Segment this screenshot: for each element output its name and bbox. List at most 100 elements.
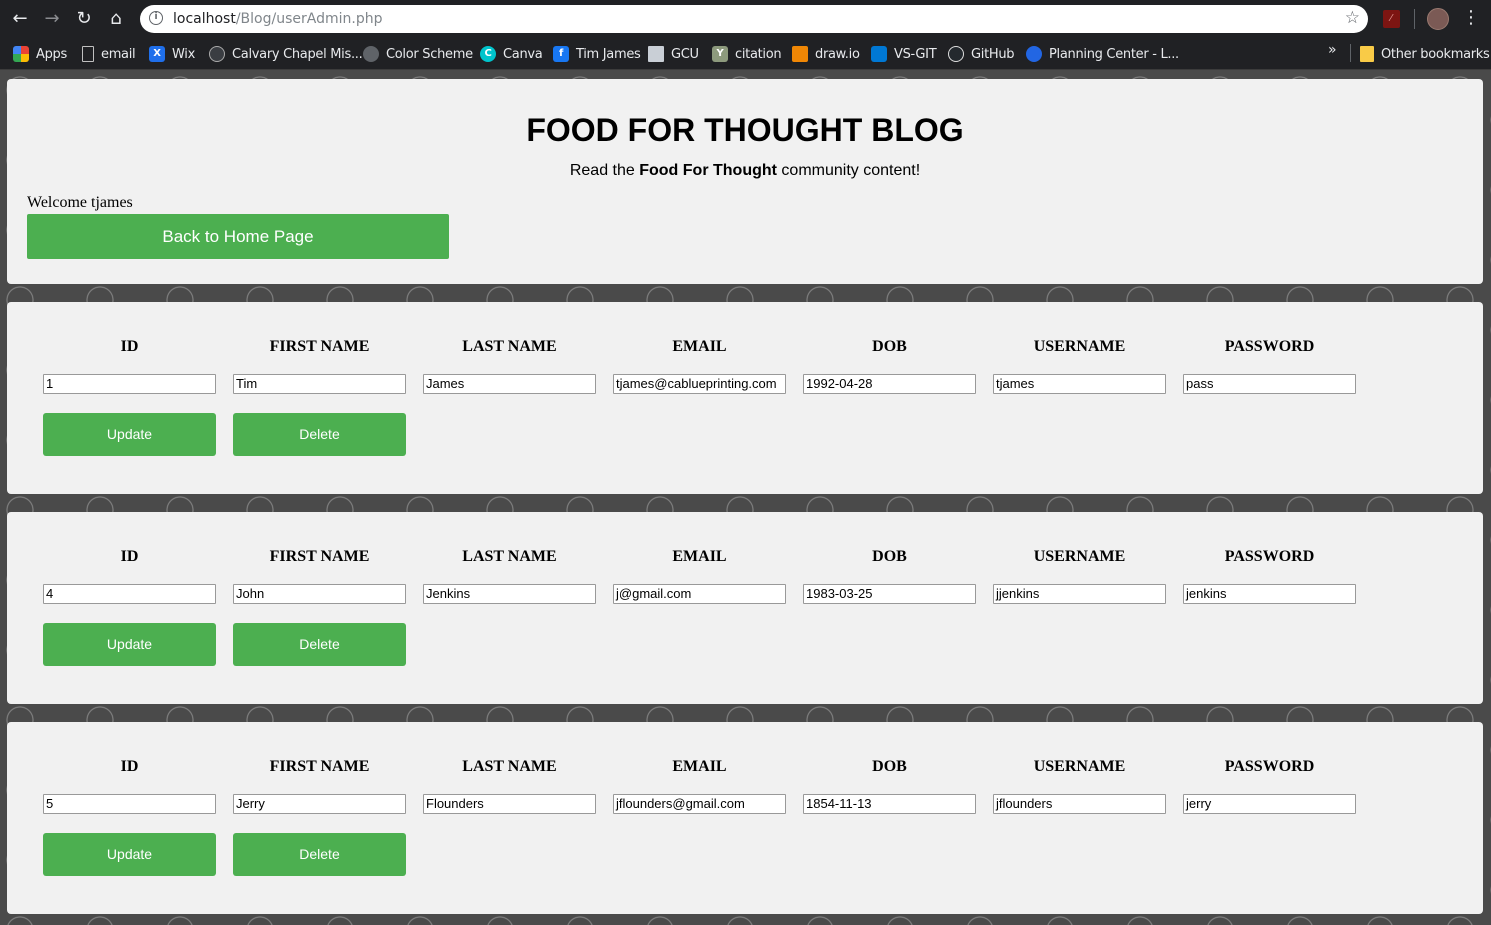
tagline: Read the Food For Thought community cont…: [7, 162, 1483, 180]
last-name-input[interactable]: James: [423, 374, 596, 394]
bookmark-planning-center[interactable]: Planning Center - L...: [1026, 42, 1179, 66]
last-name-input[interactable]: Flounders: [423, 794, 596, 814]
id-input[interactable]: 5: [43, 794, 216, 814]
email-input[interactable]: tjames@cablueprinting.com: [613, 374, 786, 394]
id-input[interactable]: 1: [43, 374, 216, 394]
url-text[interactable]: localhost/Blog/userAdmin.php: [173, 11, 382, 27]
bookmark-tim-james[interactable]: f Tim James: [553, 42, 641, 66]
delete-button[interactable]: Delete: [233, 413, 406, 456]
bookmark-canva[interactable]: C Canva: [480, 42, 543, 66]
bookmark-github[interactable]: GitHub: [948, 42, 1015, 66]
column-header-id: ID: [120, 548, 139, 565]
reload-icon[interactable]: ↻: [72, 7, 96, 31]
first-name-input[interactable]: Tim: [233, 374, 406, 394]
column-header-email: EMAIL: [672, 338, 727, 355]
email-input[interactable]: jflounders@gmail.com: [613, 794, 786, 814]
back-to-home-button[interactable]: Back to Home Page: [27, 214, 449, 259]
bookmark-citation[interactable]: Y citation: [712, 42, 782, 66]
bookmark-apps[interactable]: Apps: [13, 42, 67, 66]
bookmark-label: Apps: [36, 46, 67, 62]
bookmark-label: Color Scheme: [386, 46, 473, 62]
browser-toolbar: ← → ↻ ⌂ i localhost/Blog/userAdmin.php ☆…: [0, 0, 1491, 38]
column-header-last-name: LAST NAME: [462, 758, 557, 775]
id-input[interactable]: 4: [43, 584, 216, 604]
back-arrow-icon[interactable]: ←: [8, 7, 32, 31]
column-header-password: PASSWORD: [1224, 758, 1315, 775]
bookmark-label: Canva: [503, 46, 543, 62]
bookmark-label: Tim James: [576, 46, 641, 62]
bookmark-label: email: [101, 46, 136, 62]
more-bookmarks-chevron[interactable]: »: [1328, 42, 1337, 58]
bookmark-label: Wix: [172, 46, 195, 62]
user-card: ID 4 FIRST NAME John LAST NAME Jenkins EMAIL j@…: [7, 512, 1483, 704]
column-header-first-name: FIRST NAME: [269, 548, 370, 565]
first-name-input[interactable]: Jerry: [233, 794, 406, 814]
bookmark-calvary[interactable]: Calvary Chapel Mis...: [209, 42, 363, 66]
column-header-password: PASSWORD: [1224, 338, 1315, 355]
info-icon[interactable]: i: [149, 11, 163, 25]
color-scheme-icon: [363, 46, 379, 62]
dob-input[interactable]: 1992-04-28: [803, 374, 976, 394]
column-header-id: ID: [120, 338, 139, 355]
profile-avatar[interactable]: [1427, 8, 1449, 30]
dob-input[interactable]: 1854-11-13: [803, 794, 976, 814]
more-menu-icon[interactable]: ⋮: [1462, 7, 1480, 28]
bookmark-wix[interactable]: X Wix: [149, 42, 195, 66]
username-input[interactable]: jflounders: [993, 794, 1166, 814]
url-path: /Blog/userAdmin.php: [235, 11, 383, 27]
github-icon: [948, 46, 964, 62]
column-header-first-name: FIRST NAME: [269, 338, 370, 355]
delete-button[interactable]: Delete: [233, 833, 406, 876]
drawio-icon: [792, 46, 808, 62]
update-button[interactable]: Update: [43, 623, 216, 666]
bookmark-drawio[interactable]: draw.io: [792, 42, 860, 66]
other-bookmarks[interactable]: Other bookmarks: [1360, 38, 1490, 70]
tagline-prefix: Read the: [569, 162, 640, 179]
password-input[interactable]: jerry: [1183, 794, 1356, 814]
tagline-suffix: community content!: [776, 162, 921, 179]
update-button[interactable]: Update: [43, 833, 216, 876]
column-header-last-name: LAST NAME: [462, 548, 557, 565]
bookmark-vs-git[interactable]: VS-GIT: [871, 42, 937, 66]
header-panel: FOOD FOR THOUGHT BLOG Read the Food For …: [7, 79, 1483, 284]
planning-center-icon: [1026, 46, 1042, 62]
first-name-input[interactable]: John: [233, 584, 406, 604]
home-icon[interactable]: ⌂: [104, 7, 128, 31]
bookmark-email[interactable]: email: [82, 42, 136, 66]
username-input[interactable]: tjames: [993, 374, 1166, 394]
update-button[interactable]: Update: [43, 413, 216, 456]
column-header-username: USERNAME: [1033, 548, 1126, 565]
page-icon: [82, 46, 94, 62]
other-bookmarks-label: Other bookmarks: [1381, 46, 1490, 62]
dob-input[interactable]: 1983-03-25: [803, 584, 976, 604]
username-input[interactable]: jjenkins: [993, 584, 1166, 604]
bookmark-gcu[interactable]: GCU: [648, 42, 699, 66]
delete-button[interactable]: Delete: [233, 623, 406, 666]
password-input[interactable]: pass: [1183, 374, 1356, 394]
gcu-icon: [648, 46, 664, 62]
bookmark-label: draw.io: [815, 46, 860, 62]
column-header-first-name: FIRST NAME: [269, 758, 370, 775]
column-header-id: ID: [120, 758, 139, 775]
last-name-input[interactable]: Jenkins: [423, 584, 596, 604]
citation-icon: Y: [712, 46, 728, 62]
toolbar-divider: [1414, 9, 1415, 29]
forward-arrow-icon[interactable]: →: [40, 7, 64, 31]
apps-grid-icon: [13, 46, 29, 62]
column-header-last-name: LAST NAME: [462, 338, 557, 355]
user-card: ID 5 FIRST NAME Jerry LAST NAME Flounders EMAI…: [7, 722, 1483, 914]
folder-icon: [1360, 46, 1374, 62]
email-input[interactable]: j@gmail.com: [613, 584, 786, 604]
bookmark-label: citation: [735, 46, 782, 62]
bookmarks-divider: [1350, 44, 1351, 62]
bookmark-star-icon[interactable]: ☆: [1345, 8, 1360, 28]
column-header-email: EMAIL: [672, 548, 727, 565]
bookmark-label: Calvary Chapel Mis...: [232, 46, 363, 62]
address-bar[interactable]: i localhost/Blog/userAdmin.php ☆: [140, 5, 1368, 33]
bookmark-color-scheme[interactable]: Color Scheme: [363, 42, 473, 66]
pdf-extension-icon[interactable]: ⁄: [1383, 10, 1400, 28]
user-card: ID 1 FIRST NAME Tim LAST NAME James EMAIL tjame…: [7, 302, 1483, 494]
welcome-message: Welcome tjames: [27, 194, 133, 211]
password-input[interactable]: jenkins: [1183, 584, 1356, 604]
column-header-dob: DOB: [872, 758, 907, 775]
